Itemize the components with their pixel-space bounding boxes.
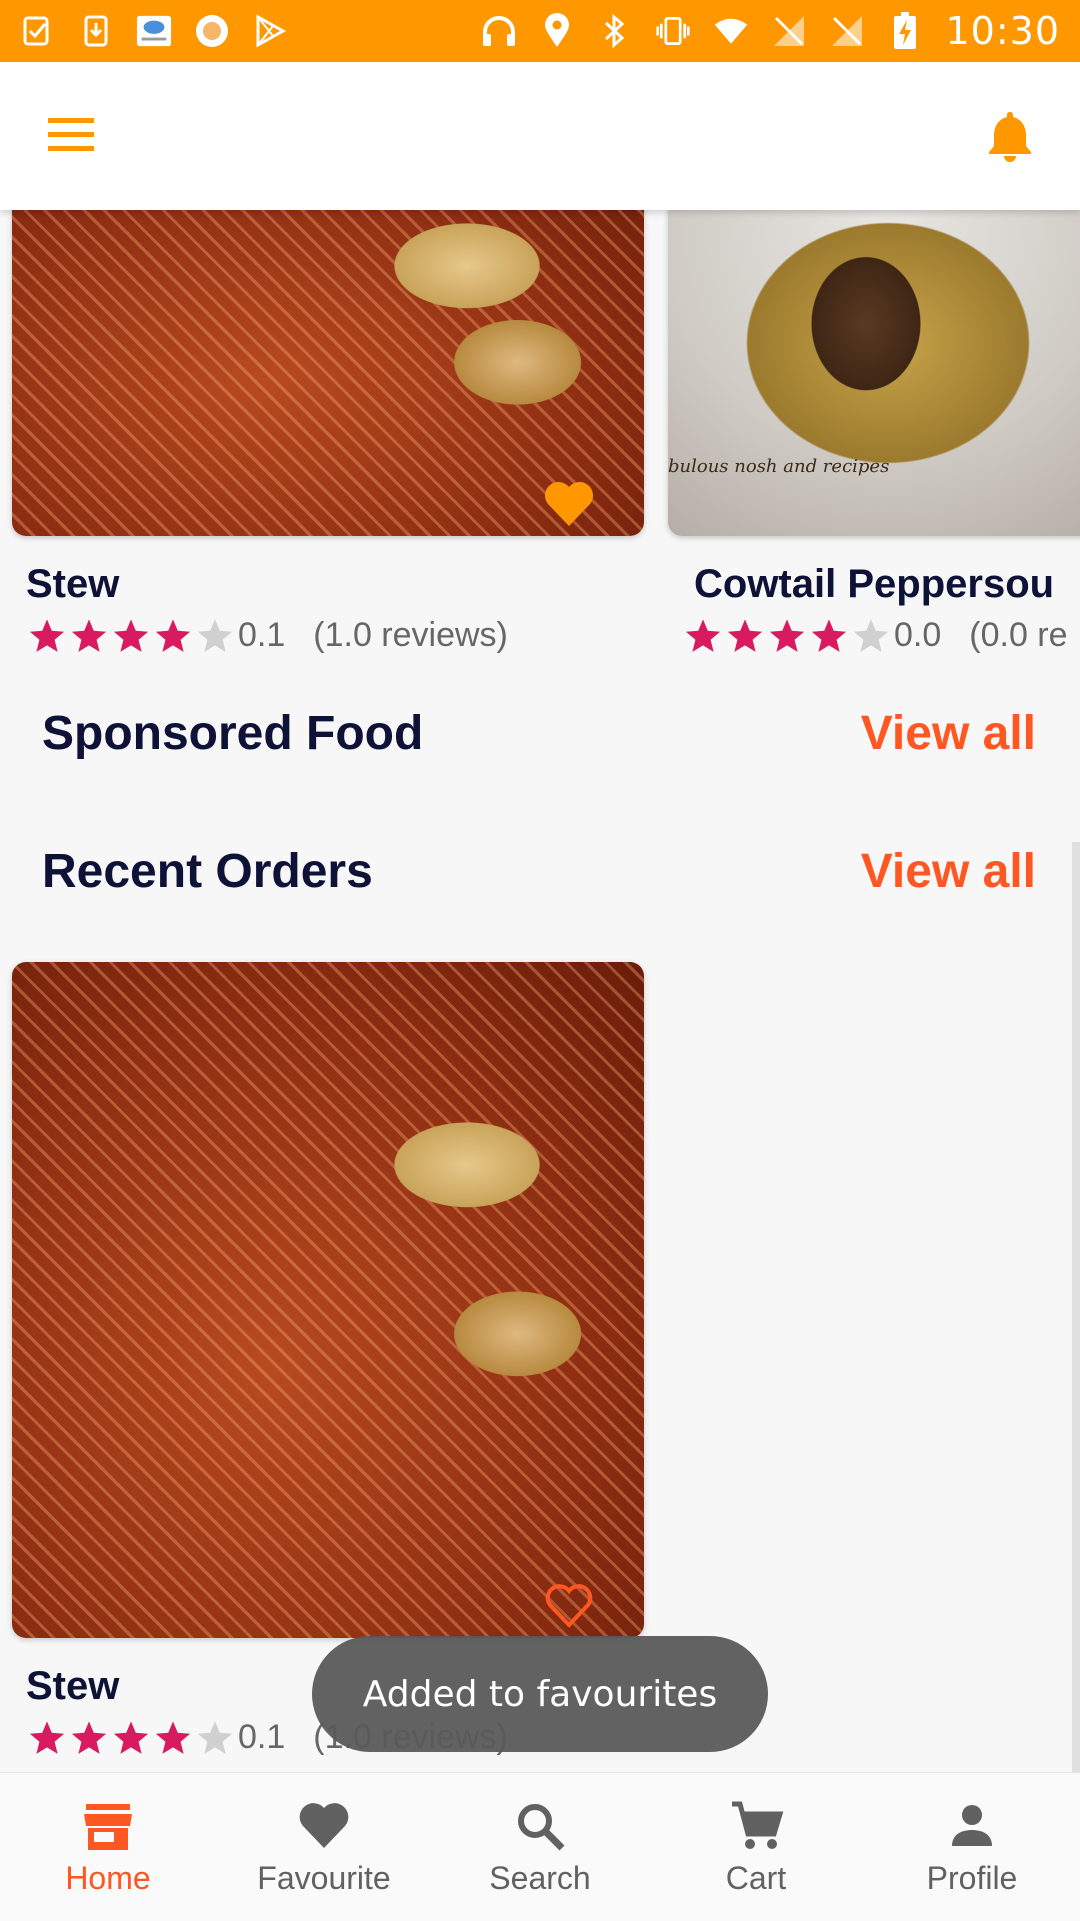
review-count: (1.0 reviews) <box>313 616 508 654</box>
rating-row-stew: 0.1 (1.0 reviews) <box>28 616 508 655</box>
wifi-icon <box>713 13 749 49</box>
star-filled-icon <box>685 618 721 652</box>
nav-home[interactable]: Home <box>0 1773 216 1921</box>
headphones-icon <box>481 13 517 49</box>
sponsored-food-title: Sponsored Food <box>42 707 424 760</box>
bell-icon[interactable] <box>984 108 1036 164</box>
nav-search-label: Search <box>489 1859 591 1896</box>
rating-value: 0.1 <box>238 616 286 654</box>
star-filled-icon <box>71 618 107 652</box>
recent-orders-title: Recent Orders <box>42 845 373 898</box>
download-icon <box>78 13 114 49</box>
nav-search[interactable]: Search <box>432 1773 648 1921</box>
status-bar-left <box>20 13 288 49</box>
star-filled-icon <box>155 1720 191 1754</box>
star-filled-icon <box>29 1720 65 1754</box>
nav-cart-label: Cart <box>725 1859 787 1896</box>
star-filled-icon <box>29 618 65 652</box>
star-rating <box>684 617 890 655</box>
food-name-stew: Stew <box>26 562 120 606</box>
task-icon <box>20 13 56 49</box>
search-icon <box>518 1803 565 1850</box>
status-bar: 10:30 <box>0 0 1080 62</box>
nav-favourite[interactable]: Favourite <box>216 1773 432 1921</box>
cart-icon <box>732 1801 784 1849</box>
person-icon <box>952 1804 992 1846</box>
record-icon <box>194 13 230 49</box>
app-bar <box>0 62 1080 210</box>
status-time: 10:30 <box>945 9 1060 53</box>
vibrate-icon <box>655 13 691 49</box>
location-icon <box>539 13 575 49</box>
bluetooth-icon <box>597 13 633 49</box>
photo-watermark: bulous nosh and recipes <box>668 456 890 477</box>
favourite-filled-heart-icon[interactable] <box>542 478 596 528</box>
nav-home-label: Home <box>65 1859 151 1896</box>
weather-app-icon <box>136 13 172 49</box>
signal-off-icon-2 <box>829 13 865 49</box>
nav-favourite-label: Favourite <box>257 1859 391 1896</box>
rating-row-cowtail: 0.0 (0.0 re <box>684 616 1068 655</box>
nav-cart[interactable]: Cart <box>648 1773 864 1921</box>
status-bar-right: 10:30 <box>481 9 1060 53</box>
star-filled-icon <box>727 618 763 652</box>
review-count: (0.0 re <box>969 616 1068 654</box>
star-filled-icon <box>113 1720 149 1754</box>
rating-value: 0.0 <box>894 616 942 654</box>
recent-food-name-stew: Stew <box>26 1664 120 1708</box>
play-store-icon <box>252 13 288 49</box>
star-filled-icon <box>811 618 847 652</box>
sponsored-view-all-link[interactable]: View all <box>861 706 1036 761</box>
bottom-navigation: Home Favourite Search Cart Profile <box>0 1772 1080 1921</box>
star-rating <box>28 617 234 655</box>
star-rating <box>28 1719 234 1757</box>
heart-icon <box>299 1802 349 1848</box>
hamburger-menu-icon[interactable] <box>46 114 98 154</box>
favourite-outline-heart-icon[interactable] <box>542 1580 596 1630</box>
food-name-cowtail-peppersoup: Cowtail Peppersou <box>694 562 1055 606</box>
rating-value: 0.1 <box>238 1718 286 1756</box>
star-filled-icon <box>769 618 805 652</box>
nav-profile-label: Profile <box>926 1859 1018 1896</box>
scrollbar[interactable] <box>1072 842 1080 1772</box>
star-empty-icon <box>197 618 233 652</box>
recent-order-card-image-stew[interactable] <box>12 962 644 1638</box>
battery-charging-icon <box>887 12 923 49</box>
toast-message: Added to favourites <box>312 1636 768 1752</box>
nav-profile[interactable]: Profile <box>864 1773 1080 1921</box>
store-icon <box>84 1803 132 1850</box>
star-filled-icon <box>71 1720 107 1754</box>
signal-off-icon <box>771 13 807 49</box>
star-empty-icon <box>853 618 889 652</box>
star-empty-icon <box>197 1720 233 1754</box>
star-filled-icon <box>155 618 191 652</box>
star-filled-icon <box>113 618 149 652</box>
recent-orders-view-all-link[interactable]: View all <box>861 844 1036 899</box>
